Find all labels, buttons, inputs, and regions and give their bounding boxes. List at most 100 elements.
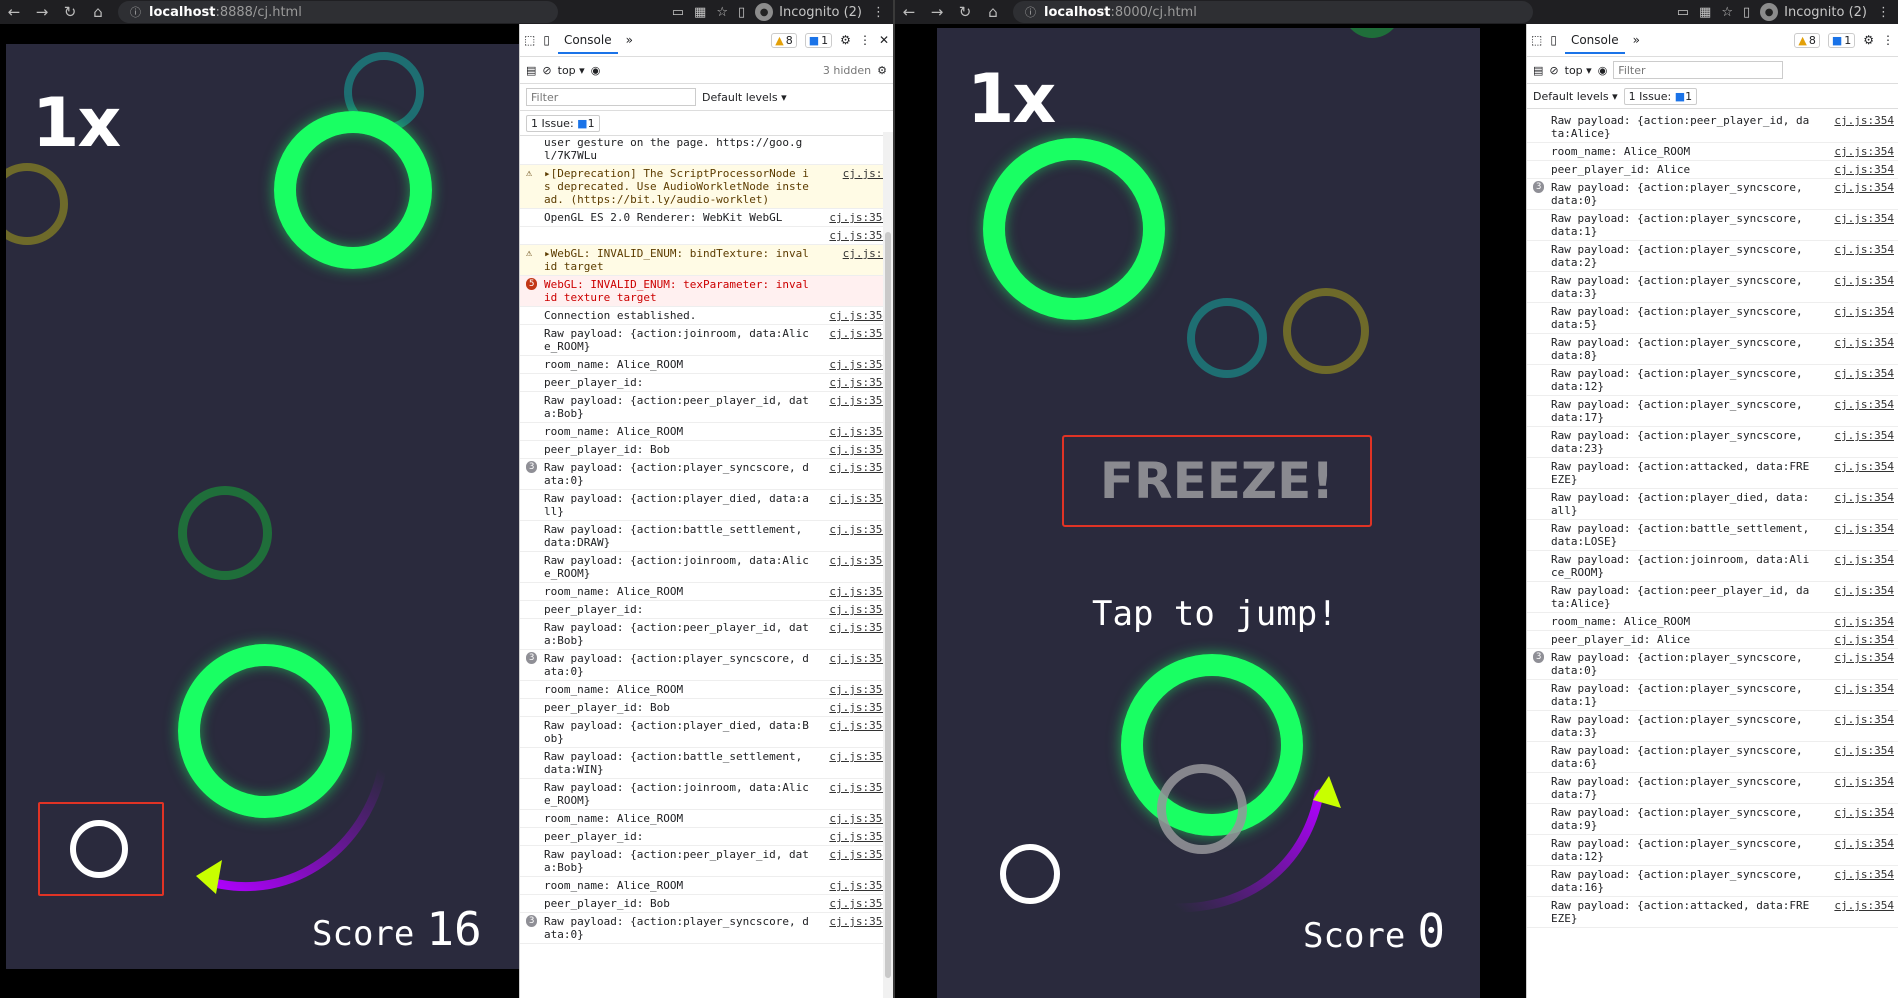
share-icon[interactable]: ▭ [1677,5,1689,20]
log-source-link[interactable]: cj.js:354 [815,915,889,941]
log-source-link[interactable]: cj.js:354 [815,211,889,224]
log-source-link[interactable]: cj.js:354 [1820,243,1894,269]
log-source-link[interactable]: cj.js:9 [815,167,889,206]
info-icon[interactable]: ⓘ [130,4,141,20]
log-source-link[interactable]: cj.js:354 [815,376,889,389]
log-source-link[interactable]: cj.js:354 [815,701,889,714]
log-source-link[interactable]: cj.js:354 [815,443,889,456]
inspect-icon[interactable]: ⬚ [1531,33,1542,47]
inspect-icon[interactable]: ⬚ [524,33,535,47]
home-icon[interactable]: ⌂ [84,3,112,21]
log-source-link[interactable]: cj.js:354 [1820,633,1894,646]
log-source-link[interactable]: cj.js:354 [815,848,889,874]
log-source-link[interactable]: cj.js:354 [815,425,889,438]
log-source-link[interactable]: cj.js:354 [1820,837,1894,863]
settings-gear-icon[interactable]: ⚙ [1863,33,1874,47]
log-source-link[interactable]: cj.js:354 [1820,305,1894,331]
reload-icon[interactable]: ↻ [951,3,979,21]
console-log[interactable]: user gesture on the page. https://goo.gl… [520,134,893,998]
incognito-profile[interactable]: ● Incognito (2) [1760,3,1867,21]
log-source-link[interactable]: cj.js:354 [815,309,889,322]
log-source-link[interactable]: cj.js:354 [815,897,889,910]
log-source-link[interactable]: cj.js:354 [1820,744,1894,770]
filter-input[interactable]: Filter [1613,61,1784,79]
reload-icon[interactable]: ↻ [56,3,84,21]
levels-select[interactable]: Default levels ▾ [1533,90,1618,103]
address-bar[interactable]: ⓘ localhost :8000/cj.html [1013,1,1533,23]
log-source-link[interactable]: cj.js:354 [815,554,889,580]
warnings-badge[interactable]: ▲ 8 [1794,32,1820,48]
eye-icon[interactable]: ◉ [1598,64,1608,77]
log-source-link[interactable]: cj.js:354 [1820,460,1894,486]
log-source-link[interactable]: cj.js:354 [1820,713,1894,739]
home-icon[interactable]: ⌂ [979,3,1007,21]
device-toggle-icon[interactable]: ▯ [543,33,550,47]
extensions-icon[interactable]: ▦ [694,5,706,20]
log-source-link[interactable]: cj.js:9 [815,247,889,273]
sidebar-icon[interactable]: ▯ [738,5,745,20]
log-source-link[interactable]: cj.js:354 [815,750,889,776]
log-source-link[interactable]: cj.js:354 [1820,114,1894,140]
log-source-link[interactable]: cj.js:354 [1820,651,1894,677]
filter-input[interactable]: Filter [526,88,696,106]
scrollbar[interactable] [883,132,893,998]
log-source-link[interactable]: cj.js:354 [1820,429,1894,455]
log-source-link[interactable]: cj.js:354 [1820,775,1894,801]
console-log[interactable]: Raw payload: {action:peer_player_id, dat… [1527,112,1898,998]
issues-button[interactable]: 1 Issue: ■1 [526,114,600,132]
bookmark-star-icon[interactable]: ☆ [716,5,728,20]
warnings-badge[interactable]: ▲ 8 [771,32,797,48]
log-source-link[interactable]: cj.js:354 [815,719,889,745]
log-source-link[interactable]: cj.js:354 [1820,553,1894,579]
clear-console-icon[interactable]: ⊘ [542,64,551,77]
log-source-link[interactable]: cj.js:354 [815,327,889,353]
messages-badge[interactable]: ■ 1 [804,32,833,48]
log-source-link[interactable]: cj.js:354 [1820,181,1894,207]
bookmark-star-icon[interactable]: ☆ [1721,5,1733,20]
clear-console-icon[interactable]: ⊘ [1549,64,1558,77]
messages-badge[interactable]: ■ 1 [1827,32,1856,48]
log-source-link[interactable]: cj.js:354 [1820,163,1894,176]
log-source-link[interactable]: cj.js:354 [1820,212,1894,238]
log-source-link[interactable]: cj.js:354 [815,830,889,843]
log-source-link[interactable]: cj.js:354 [815,461,889,487]
log-source-link[interactable]: cj.js:354 [815,621,889,647]
tab-console[interactable]: Console [557,27,618,54]
menu-kebab-icon[interactable]: ⋮ [1877,5,1890,20]
close-icon[interactable]: ✕ [879,33,889,47]
context-select[interactable]: top ▾ [558,64,585,77]
eye-icon[interactable]: ◉ [591,64,601,77]
log-source-link[interactable]: cj.js:354 [815,394,889,420]
game-canvas[interactable]: 1x FREEZE! Tap to jump! Score 0 [937,28,1480,998]
scrollbar-thumb[interactable] [885,232,891,978]
extensions-icon[interactable]: ▦ [1699,5,1711,20]
game-canvas[interactable]: 1x Score 16 [6,44,519,969]
devtools-menu-icon[interactable]: ⋮ [1882,33,1894,47]
sidebar-toggle-icon[interactable]: ▤ [1533,64,1543,77]
log-source-link[interactable]: cj.js:354 [1820,682,1894,708]
log-source-link[interactable]: cj.js:354 [1820,398,1894,424]
menu-kebab-icon[interactable]: ⋮ [872,5,885,20]
log-source-link[interactable]: cj.js:354 [815,585,889,598]
log-source-link[interactable]: cj.js:354 [815,683,889,696]
log-source-link[interactable]: cj.js:354 [1820,145,1894,158]
log-source-link[interactable]: cj.js:354 [1820,367,1894,393]
info-icon[interactable]: ⓘ [1025,4,1036,20]
log-source-link[interactable]: cj.js:354 [815,492,889,518]
log-source-link[interactable]: cj.js:354 [1820,806,1894,832]
console-settings-icon[interactable]: ⚙ [877,64,887,77]
log-source-link[interactable]: cj.js:354 [815,781,889,807]
back-icon[interactable]: ← [0,3,28,21]
more-tabs-icon[interactable]: » [1633,33,1640,47]
sidebar-icon[interactable]: ▯ [1743,5,1750,20]
forward-icon[interactable]: → [28,3,56,21]
log-source-link[interactable]: cj.js:354 [815,812,889,825]
issues-button[interactable]: 1 Issue: ■1 [1623,87,1698,105]
more-tabs-icon[interactable]: » [626,33,633,47]
share-icon[interactable]: ▭ [672,5,684,20]
incognito-profile[interactable]: ● Incognito (2) [755,3,862,21]
tab-console[interactable]: Console [1564,27,1625,54]
log-source-link[interactable]: cj.js:354 [1820,615,1894,628]
back-icon[interactable]: ← [895,3,923,21]
forward-icon[interactable]: → [923,3,951,21]
